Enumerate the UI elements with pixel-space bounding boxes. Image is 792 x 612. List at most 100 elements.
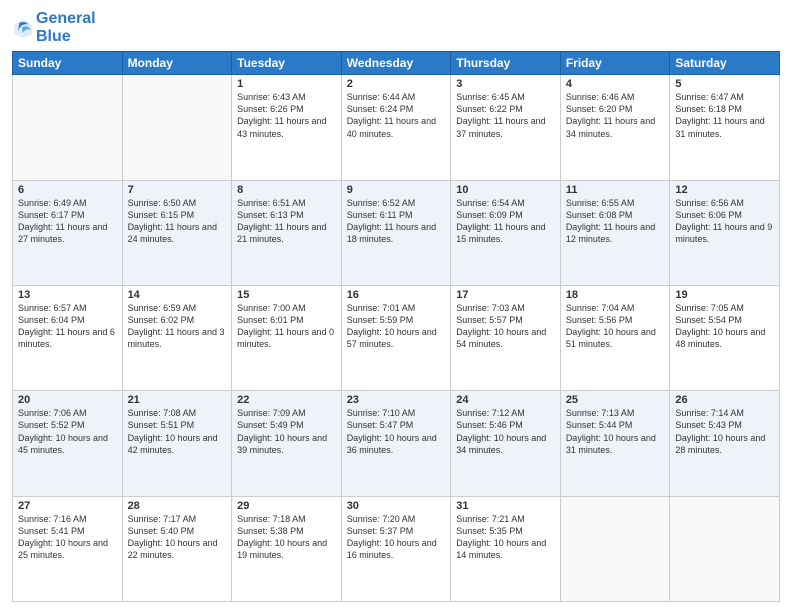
cell-content: Sunrise: 6:55 AMSunset: 6:08 PMDaylight:…	[566, 197, 665, 246]
daylight-text: Daylight: 11 hours and 9 minutes.	[675, 221, 774, 245]
daylight-text: Daylight: 10 hours and 16 minutes.	[347, 537, 446, 561]
calendar-cell: 31Sunrise: 7:21 AMSunset: 5:35 PMDayligh…	[451, 496, 561, 601]
daylight-text: Daylight: 11 hours and 34 minutes.	[566, 115, 665, 139]
cell-content: Sunrise: 7:21 AMSunset: 5:35 PMDaylight:…	[456, 513, 555, 562]
calendar-cell: 28Sunrise: 7:17 AMSunset: 5:40 PMDayligh…	[122, 496, 232, 601]
daylight-text: Daylight: 11 hours and 40 minutes.	[347, 115, 446, 139]
calendar-cell: 25Sunrise: 7:13 AMSunset: 5:44 PMDayligh…	[560, 391, 670, 496]
cell-content: Sunrise: 7:01 AMSunset: 5:59 PMDaylight:…	[347, 302, 446, 351]
cell-content: Sunrise: 6:47 AMSunset: 6:18 PMDaylight:…	[675, 91, 774, 140]
sunrise-text: Sunrise: 7:20 AM	[347, 513, 446, 525]
sunrise-text: Sunrise: 7:12 AM	[456, 407, 555, 419]
cell-content: Sunrise: 7:03 AMSunset: 5:57 PMDaylight:…	[456, 302, 555, 351]
calendar-cell	[13, 75, 123, 180]
sunset-text: Sunset: 5:44 PM	[566, 419, 665, 431]
day-number: 1	[237, 78, 336, 90]
cell-content: Sunrise: 7:17 AMSunset: 5:40 PMDaylight:…	[128, 513, 227, 562]
sunrise-text: Sunrise: 6:59 AM	[128, 302, 227, 314]
cell-content: Sunrise: 6:52 AMSunset: 6:11 PMDaylight:…	[347, 197, 446, 246]
daylight-text: Daylight: 11 hours and 21 minutes.	[237, 221, 336, 245]
daylight-text: Daylight: 10 hours and 57 minutes.	[347, 326, 446, 350]
daylight-text: Daylight: 11 hours and 6 minutes.	[18, 326, 117, 350]
sunset-text: Sunset: 6:17 PM	[18, 209, 117, 221]
day-number: 21	[128, 394, 227, 406]
day-number: 20	[18, 394, 117, 406]
sunrise-text: Sunrise: 7:00 AM	[237, 302, 336, 314]
day-number: 7	[128, 184, 227, 196]
day-number: 22	[237, 394, 336, 406]
sunrise-text: Sunrise: 6:57 AM	[18, 302, 117, 314]
logo: General Blue	[12, 10, 96, 45]
calendar-cell: 3Sunrise: 6:45 AMSunset: 6:22 PMDaylight…	[451, 75, 561, 180]
sunrise-text: Sunrise: 7:13 AM	[566, 407, 665, 419]
calendar-cell: 16Sunrise: 7:01 AMSunset: 5:59 PMDayligh…	[341, 285, 451, 390]
day-number: 31	[456, 500, 555, 512]
cell-content: Sunrise: 7:18 AMSunset: 5:38 PMDaylight:…	[237, 513, 336, 562]
cell-content: Sunrise: 6:59 AMSunset: 6:02 PMDaylight:…	[128, 302, 227, 351]
day-number: 17	[456, 289, 555, 301]
header: General Blue	[12, 10, 780, 45]
calendar-cell: 7Sunrise: 6:50 AMSunset: 6:15 PMDaylight…	[122, 180, 232, 285]
calendar-cell: 29Sunrise: 7:18 AMSunset: 5:38 PMDayligh…	[232, 496, 342, 601]
sunrise-text: Sunrise: 6:47 AM	[675, 91, 774, 103]
sunset-text: Sunset: 6:11 PM	[347, 209, 446, 221]
calendar-cell: 27Sunrise: 7:16 AMSunset: 5:41 PMDayligh…	[13, 496, 123, 601]
sunset-text: Sunset: 5:56 PM	[566, 314, 665, 326]
daylight-text: Daylight: 11 hours and 15 minutes.	[456, 221, 555, 245]
day-number: 29	[237, 500, 336, 512]
daylight-text: Daylight: 11 hours and 3 minutes.	[128, 326, 227, 350]
cell-content: Sunrise: 6:57 AMSunset: 6:04 PMDaylight:…	[18, 302, 117, 351]
cell-content: Sunrise: 6:43 AMSunset: 6:26 PMDaylight:…	[237, 91, 336, 140]
cell-content: Sunrise: 6:45 AMSunset: 6:22 PMDaylight:…	[456, 91, 555, 140]
day-number: 6	[18, 184, 117, 196]
weekday-friday: Friday	[560, 52, 670, 75]
day-number: 3	[456, 78, 555, 90]
sunrise-text: Sunrise: 6:51 AM	[237, 197, 336, 209]
daylight-text: Daylight: 10 hours and 36 minutes.	[347, 432, 446, 456]
sunrise-text: Sunrise: 7:01 AM	[347, 302, 446, 314]
daylight-text: Daylight: 10 hours and 34 minutes.	[456, 432, 555, 456]
daylight-text: Daylight: 10 hours and 42 minutes.	[128, 432, 227, 456]
daylight-text: Daylight: 11 hours and 27 minutes.	[18, 221, 117, 245]
day-number: 4	[566, 78, 665, 90]
daylight-text: Daylight: 11 hours and 31 minutes.	[675, 115, 774, 139]
calendar-cell: 14Sunrise: 6:59 AMSunset: 6:02 PMDayligh…	[122, 285, 232, 390]
page: General Blue SundayMondayTuesdayWednesda…	[0, 0, 792, 612]
sunset-text: Sunset: 6:02 PM	[128, 314, 227, 326]
weekday-header-row: SundayMondayTuesdayWednesdayThursdayFrid…	[13, 52, 780, 75]
calendar-cell: 11Sunrise: 6:55 AMSunset: 6:08 PMDayligh…	[560, 180, 670, 285]
day-number: 10	[456, 184, 555, 196]
sunset-text: Sunset: 6:24 PM	[347, 103, 446, 115]
cell-content: Sunrise: 6:51 AMSunset: 6:13 PMDaylight:…	[237, 197, 336, 246]
calendar-week-1: 1Sunrise: 6:43 AMSunset: 6:26 PMDaylight…	[13, 75, 780, 180]
calendar-cell	[560, 496, 670, 601]
day-number: 9	[347, 184, 446, 196]
daylight-text: Daylight: 10 hours and 25 minutes.	[18, 537, 117, 561]
calendar-cell: 20Sunrise: 7:06 AMSunset: 5:52 PMDayligh…	[13, 391, 123, 496]
sunrise-text: Sunrise: 7:04 AM	[566, 302, 665, 314]
sunset-text: Sunset: 5:46 PM	[456, 419, 555, 431]
day-number: 11	[566, 184, 665, 196]
sunrise-text: Sunrise: 6:52 AM	[347, 197, 446, 209]
sunset-text: Sunset: 5:37 PM	[347, 525, 446, 537]
day-number: 15	[237, 289, 336, 301]
day-number: 8	[237, 184, 336, 196]
calendar-cell: 2Sunrise: 6:44 AMSunset: 6:24 PMDaylight…	[341, 75, 451, 180]
calendar-cell	[122, 75, 232, 180]
cell-content: Sunrise: 7:16 AMSunset: 5:41 PMDaylight:…	[18, 513, 117, 562]
calendar-cell	[670, 496, 780, 601]
sunset-text: Sunset: 5:54 PM	[675, 314, 774, 326]
sunset-text: Sunset: 5:52 PM	[18, 419, 117, 431]
calendar-week-4: 20Sunrise: 7:06 AMSunset: 5:52 PMDayligh…	[13, 391, 780, 496]
sunset-text: Sunset: 6:13 PM	[237, 209, 336, 221]
cell-content: Sunrise: 6:49 AMSunset: 6:17 PMDaylight:…	[18, 197, 117, 246]
sunset-text: Sunset: 6:26 PM	[237, 103, 336, 115]
calendar-cell: 23Sunrise: 7:10 AMSunset: 5:47 PMDayligh…	[341, 391, 451, 496]
daylight-text: Daylight: 11 hours and 43 minutes.	[237, 115, 336, 139]
day-number: 30	[347, 500, 446, 512]
sunrise-text: Sunrise: 7:08 AM	[128, 407, 227, 419]
calendar-week-5: 27Sunrise: 7:16 AMSunset: 5:41 PMDayligh…	[13, 496, 780, 601]
calendar-cell: 6Sunrise: 6:49 AMSunset: 6:17 PMDaylight…	[13, 180, 123, 285]
sunrise-text: Sunrise: 7:18 AM	[237, 513, 336, 525]
sunset-text: Sunset: 6:04 PM	[18, 314, 117, 326]
